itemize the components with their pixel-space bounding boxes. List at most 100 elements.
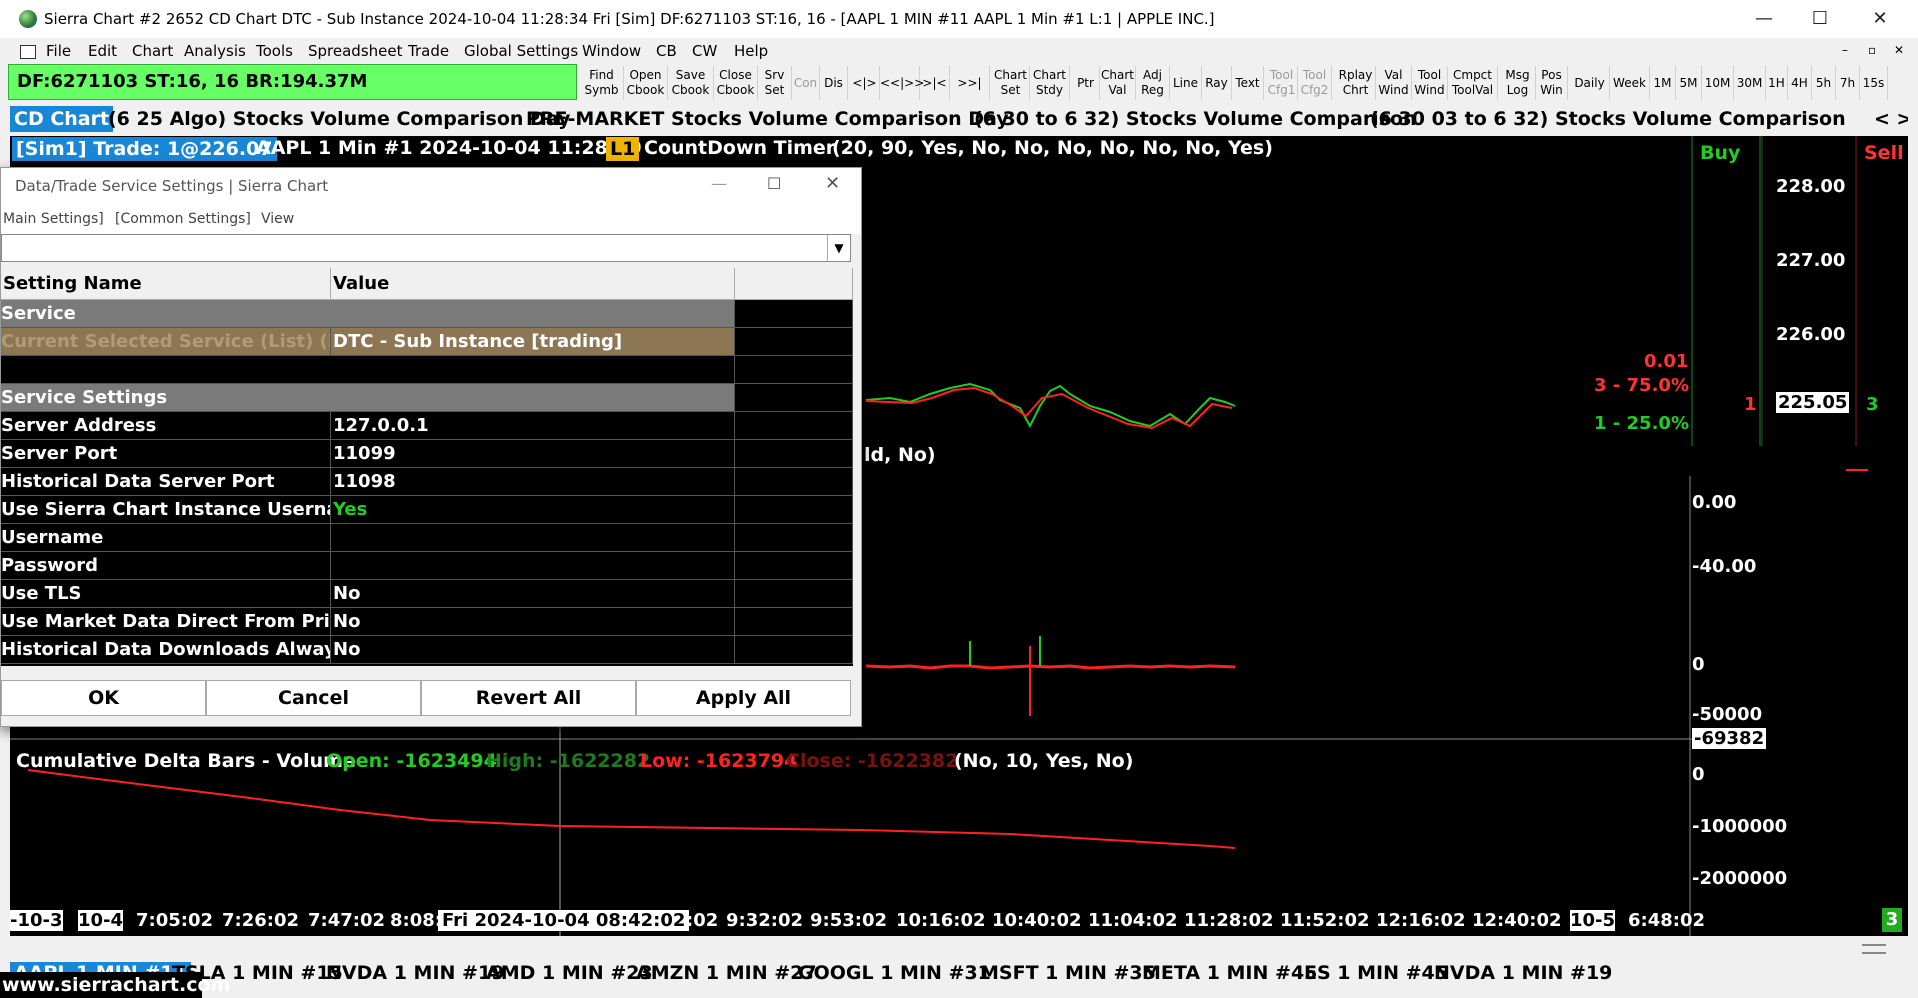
table-row[interactable]: Server Port 11099 xyxy=(1,440,853,468)
toolbar-line-button[interactable]: Line xyxy=(1170,66,1202,100)
menu-cb[interactable]: CB xyxy=(656,42,677,60)
toolbar-4h-button[interactable]: 4H xyxy=(1788,66,1812,100)
chart-window-icon[interactable] xyxy=(20,45,36,59)
toolbar-adjust-region-button[interactable]: Adj Reg xyxy=(1136,66,1170,100)
dom-buy-header[interactable]: Buy xyxy=(1700,142,1740,164)
apply-all-button[interactable]: Apply All xyxy=(636,680,851,716)
setting-value-current-service[interactable]: DTC - Sub Instance [trading] xyxy=(331,328,735,356)
table-row[interactable]: Use Market Data Direct From Prima No xyxy=(1,608,853,636)
child-restore-icon[interactable]: ▫ xyxy=(1868,43,1876,57)
menu-help[interactable]: Help xyxy=(734,42,768,60)
tab-cd-chart[interactable]: CD Chart xyxy=(10,106,114,132)
tab-630-volume-comparison[interactable]: (6 30 to 6 32) Stocks Volume Comparison xyxy=(974,106,1417,132)
dom-price-227[interactable]: 227.00 xyxy=(1776,250,1845,271)
table-row[interactable]: Use Sierra Chart Instance Usernam Yes xyxy=(1,496,853,524)
toolbar-ray-button[interactable]: Ray xyxy=(1202,66,1232,100)
toolbar-chart-settings-button[interactable]: Chart Set xyxy=(992,66,1030,100)
dialog-title-bar[interactable]: Data/Trade Service Settings | Sierra Cha… xyxy=(1,168,861,204)
toolbar-save-chartbook-button[interactable]: Save Cbook xyxy=(668,66,714,100)
setting-value-server-address[interactable]: 127.0.0.1 xyxy=(331,412,735,440)
dom-bid-qty[interactable]: 1 xyxy=(1744,394,1757,415)
bottom-tab-meta[interactable]: META 1 MIN #45 xyxy=(1142,962,1317,984)
setting-value-market-data-direct[interactable]: No xyxy=(331,608,735,636)
toolbar-open-chartbook-button[interactable]: Open Cbook xyxy=(624,66,668,100)
menu-chart[interactable]: Chart xyxy=(132,42,173,60)
dom-ask-qty[interactable]: 3 xyxy=(1866,394,1879,415)
toolbar-find-symbol-button[interactable]: Find Symb xyxy=(580,66,624,100)
toolbar-close-chartbook-button[interactable]: Close Cbook xyxy=(714,66,758,100)
menu-trade[interactable]: Trade xyxy=(408,42,449,60)
tab-scroll-arrows[interactable]: < > xyxy=(1874,106,1912,132)
menu-cw[interactable]: CW xyxy=(692,42,717,60)
dialog-menu-main-settings[interactable]: Main Settings] xyxy=(3,211,104,227)
cancel-button[interactable]: Cancel xyxy=(206,680,421,716)
toolbar-30m-button[interactable]: 30M xyxy=(1734,66,1766,100)
toolbar-scale-button[interactable]: <|> xyxy=(850,66,880,100)
menu-window[interactable]: Window xyxy=(582,42,641,60)
tab-63003-volume-comparison[interactable]: (6 30 03 to 6 32) Stocks Volume Comparis… xyxy=(1370,106,1846,132)
minimize-button[interactable]: — xyxy=(1736,4,1792,34)
menu-spreadsheet[interactable]: Spreadsheet xyxy=(308,42,402,60)
dom-price-228[interactable]: 228.00 xyxy=(1776,176,1845,197)
toolbar-15s-button[interactable]: 15s xyxy=(1860,66,1888,100)
tab-algo-volume-comparison[interactable]: (6 25 Algo) Stocks Volume Comparison Day xyxy=(108,106,570,132)
tab-premarket-volume-comparison[interactable]: PRE-MARKET Stocks Volume Comparison Day xyxy=(526,106,1009,132)
column-header-setting-name[interactable]: Setting Name xyxy=(1,268,331,300)
toolbar-7h-button[interactable]: 7h xyxy=(1836,66,1860,100)
setting-value-server-port[interactable]: 11099 xyxy=(331,440,735,468)
toolbar-pointer-button[interactable]: Ptr xyxy=(1072,66,1100,100)
toolbar-server-settings-button[interactable]: Srv Set xyxy=(758,66,792,100)
right-scrollbar[interactable] xyxy=(1908,40,1918,940)
bottom-tab-es[interactable]: ES 1 MIN #45 xyxy=(1304,962,1448,984)
menu-file[interactable]: File xyxy=(46,42,71,60)
maximize-button[interactable]: ☐ xyxy=(1792,4,1848,34)
menu-edit[interactable]: Edit xyxy=(88,42,117,60)
menu-global-settings[interactable]: Global Settings xyxy=(464,42,578,60)
toolbar-tool-config2-button[interactable]: Tool Cfg2 xyxy=(1298,66,1332,100)
dialog-menu-view[interactable]: View xyxy=(261,211,294,227)
setting-value-password[interactable] xyxy=(331,552,735,580)
tab-grip-icon[interactable] xyxy=(1862,944,1886,954)
table-row[interactable]: Current Selected Service (List) (Re DTC … xyxy=(1,328,853,356)
ok-button[interactable]: OK xyxy=(1,680,206,716)
toolbar-text-button[interactable]: Text xyxy=(1232,66,1264,100)
toolbar-connect-button[interactable]: Con xyxy=(792,66,820,100)
setting-value-historical-downloads[interactable]: No xyxy=(331,636,735,664)
child-minimize-icon[interactable]: – xyxy=(1842,43,1848,57)
toolbar-compact-tool-values-button[interactable]: Cmpct ToolVal xyxy=(1448,66,1498,100)
toolbar-replay-chart-button[interactable]: Rplay Chrt xyxy=(1336,66,1376,100)
table-row[interactable]: Password xyxy=(1,552,853,580)
close-button[interactable]: ✕ xyxy=(1852,4,1908,34)
column-header-value[interactable]: Value xyxy=(331,268,735,300)
setting-value-use-instance-username[interactable]: Yes xyxy=(331,496,735,524)
menu-analysis[interactable]: Analysis xyxy=(184,42,246,60)
child-close-icon[interactable]: ✕ xyxy=(1894,43,1904,57)
dialog-minimize-icon[interactable]: — xyxy=(711,174,727,193)
toolbar-chart-values-button[interactable]: Chart Val xyxy=(1100,66,1136,100)
toolbar-chart-studies-button[interactable]: Chart Stdy xyxy=(1030,66,1070,100)
toolbar-tool-config1-button[interactable]: Tool Cfg1 xyxy=(1266,66,1298,100)
table-row[interactable]: Service Settings xyxy=(1,384,853,412)
revert-all-button[interactable]: Revert All xyxy=(421,680,636,716)
toolbar-5m-button[interactable]: 5M xyxy=(1676,66,1702,100)
setting-value-username[interactable] xyxy=(331,524,735,552)
toolbar-week-button[interactable]: Week xyxy=(1610,66,1650,100)
window-title-bar[interactable]: Sierra Chart #2 2652 CD Chart DTC - Sub … xyxy=(0,0,1918,39)
toolbar-compress-button[interactable]: >|< xyxy=(920,66,950,100)
toolbar-1h-button[interactable]: 1H xyxy=(1766,66,1788,100)
dom-current-price[interactable]: 225.05 xyxy=(1776,392,1850,413)
toolbar-5h-button[interactable]: 5h xyxy=(1812,66,1836,100)
settings-dropdown[interactable]: ▼ xyxy=(1,234,851,262)
dialog-menu-common-settings[interactable]: [Common Settings] xyxy=(115,211,251,227)
toolbar-10m-button[interactable]: 10M xyxy=(1702,66,1734,100)
toolbar-daily-button[interactable]: Daily xyxy=(1570,66,1610,100)
bottom-tab-amd[interactable]: AMD 1 MIN #23 xyxy=(486,962,653,984)
toolbar-1m-button[interactable]: 1M xyxy=(1650,66,1676,100)
dialog-maximize-icon[interactable]: ☐ xyxy=(767,174,781,193)
chevron-down-icon[interactable]: ▼ xyxy=(827,235,850,261)
table-row[interactable]: Server Address 127.0.0.1 xyxy=(1,412,853,440)
toolbar-disconnect-button[interactable]: Dis xyxy=(820,66,848,100)
dialog-close-icon[interactable]: ✕ xyxy=(825,173,840,194)
toolbar-compress-wide-button[interactable]: >>|<< xyxy=(950,66,990,120)
dom-price-226[interactable]: 226.00 xyxy=(1776,324,1845,345)
